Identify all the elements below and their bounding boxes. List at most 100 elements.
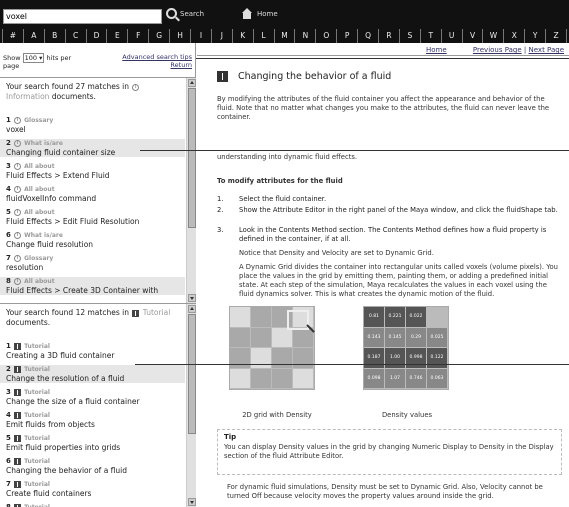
result-item[interactable]: 4 i All about fluidVoxelInfo command — [6, 185, 185, 203]
alphabet-link[interactable]: C — [64, 29, 86, 43]
result-title-link[interactable]: resolution — [6, 263, 185, 272]
alphabet-link[interactable]: Q — [357, 29, 378, 43]
alphabet-link[interactable]: N — [294, 29, 315, 43]
alphabet-link[interactable]: K — [231, 29, 253, 43]
result-item[interactable]: 2 Tutorial Change the resolution of a flu… — [0, 365, 185, 383]
result-item[interactable]: 3 i All about Fluid Effects > Extend Fluid — [6, 162, 185, 180]
result-title-link[interactable]: Creating a 3D fluid container — [6, 351, 185, 360]
next-page-link[interactable]: Next Page — [529, 46, 564, 54]
advanced-search-tips-link[interactable]: Advanced search tips — [122, 53, 192, 61]
scroll-down-arrow-icon[interactable] — [188, 498, 196, 506]
search-input[interactable] — [3, 9, 162, 24]
result-category: All about — [24, 186, 55, 193]
result-item[interactable]: 6 i What is/are Change fluid resolution — [6, 231, 185, 249]
alphabet-link[interactable]: U — [440, 29, 462, 43]
home-button[interactable]: Home — [240, 8, 278, 19]
tip-box: Tip You can display Density values in th… — [217, 429, 562, 475]
callout-line — [196, 58, 569, 59]
result-title-link[interactable]: Change the resolution of a fluid — [6, 374, 185, 383]
alphabet-link[interactable]: # — [2, 29, 23, 43]
scroll-up-arrow-icon[interactable] — [188, 305, 196, 313]
result-title-link[interactable]: Emit fluid properties into grids — [6, 443, 185, 452]
grid-cell — [427, 307, 448, 328]
result-number: 5 — [6, 434, 11, 442]
alphabet-link[interactable]: E — [106, 29, 127, 43]
result-number: 4 — [6, 411, 11, 419]
result-number: 1 — [6, 342, 11, 350]
alphabet-link[interactable]: R — [378, 29, 399, 43]
per-page-select[interactable]: 100 ▾ — [22, 53, 45, 63]
result-title-link[interactable]: Fluid Effects > Edit Fluid Resolution — [6, 217, 185, 226]
alphabet-link[interactable]: L — [252, 29, 274, 43]
result-item[interactable]: 5 i All about Fluid Effects > Edit Fluid R… — [6, 208, 185, 226]
alphabet-link[interactable]: J — [210, 29, 232, 43]
grid-cell: 1.00 — [385, 348, 406, 369]
result-item[interactable]: 7 i Glossary resolution — [6, 254, 185, 272]
nav-home-link[interactable]: Home — [426, 46, 447, 54]
nav-separator: | — [523, 46, 527, 54]
tutorial-icon — [14, 388, 22, 396]
grid-cell: 0.063 — [427, 368, 448, 389]
result-item[interactable]: 8 i All about Fluid Effects > Create 3D Co… — [0, 277, 185, 295]
scroll-thumb[interactable] — [188, 314, 196, 434]
alphabet-link[interactable]: O — [315, 29, 336, 43]
result-title-link[interactable]: Fluid Effects > Extend Fluid — [6, 171, 185, 180]
information-results-box: Your search found 27 matches in i Inform… — [0, 77, 196, 303]
result-item[interactable]: 1 i Glossary voxel — [6, 116, 185, 134]
scroll-thumb[interactable] — [188, 88, 196, 228]
alphabet-link[interactable]: T — [419, 29, 441, 43]
alphabet-link[interactable]: F — [127, 29, 148, 43]
previous-page-link[interactable]: Previous Page — [473, 46, 522, 54]
result-number: 3 — [6, 162, 11, 170]
alphabet-link[interactable]: Z — [545, 29, 568, 43]
grid-cell: 0.022 — [406, 307, 427, 328]
intro-paragraph: By modifying the attributes of the fluid… — [217, 95, 550, 121]
alphabet-link[interactable]: M — [273, 29, 295, 43]
alphabet-link[interactable]: Y — [524, 29, 545, 43]
result-item[interactable]: 6 Tutorial Changing the behavior of a flu… — [6, 457, 185, 475]
search-button[interactable]: Search — [166, 8, 204, 19]
result-title-link[interactable]: fluidVoxelInfo command — [6, 194, 185, 203]
alphabet-link[interactable]: B — [43, 29, 65, 43]
tutorial-results-scrollbar[interactable] — [186, 304, 196, 507]
result-title-link[interactable]: Create fluid containers — [6, 489, 185, 498]
grid-cell: 0.746 — [406, 368, 427, 389]
alphabet-link[interactable]: H — [169, 29, 190, 43]
alphabet-link[interactable]: S — [398, 29, 420, 43]
result-item[interactable]: 2 i What is/are Changing fluid container s… — [0, 139, 185, 157]
result-title-link[interactable]: Change fluid resolution — [6, 240, 185, 249]
result-title-link[interactable]: Changing the behavior of a fluid — [6, 466, 185, 475]
document-pane: Home Previous Page | Next Page Changing … — [197, 43, 569, 507]
result-category: Glossary — [24, 117, 54, 124]
result-title-link[interactable]: voxel — [6, 125, 185, 134]
result-title-link[interactable]: Change the size of a fluid container — [6, 397, 185, 406]
grid-cell — [251, 348, 272, 369]
result-item[interactable]: 8 TutorialPaint fluid properties into gr… — [6, 503, 185, 507]
alphabet-link[interactable]: W — [482, 29, 503, 43]
callout-line — [140, 150, 569, 151]
alphabet-link[interactable]: G — [148, 29, 169, 43]
scroll-up-arrow-icon[interactable] — [188, 79, 196, 87]
alphabet-link[interactable]: I — [190, 29, 211, 43]
alphabet-link[interactable]: V — [461, 29, 483, 43]
result-number: 8 — [6, 277, 11, 285]
result-title-link[interactable]: Fluid Effects > Create 3D Container with — [6, 286, 185, 295]
scroll-down-arrow-icon[interactable] — [188, 294, 196, 302]
alphabet-link[interactable]: D — [85, 29, 107, 43]
result-item[interactable]: 4 Tutorial Emit fluids from objects — [6, 411, 185, 429]
result-item[interactable]: 1 Tutorial Creating a 3D fluid container — [6, 342, 185, 360]
alphabet-link[interactable]: A — [22, 29, 44, 43]
tutorial-icon — [14, 480, 22, 488]
info-icon: i — [14, 139, 22, 147]
alphabet-link[interactable]: X — [503, 29, 524, 43]
return-link[interactable]: Return — [170, 61, 192, 69]
result-item[interactable]: 5 Tutorial Emit fluid properties into gri… — [6, 434, 185, 452]
result-item[interactable]: 3 Tutorial Change the size of a fluid con… — [6, 388, 185, 406]
information-results-scrollbar[interactable] — [186, 78, 196, 303]
result-item[interactable]: 7 Tutorial Create fluid containers — [6, 480, 185, 498]
tutorial-icon — [14, 342, 22, 350]
result-title-link[interactable]: Emit fluids from objects — [6, 420, 185, 429]
grid-cell: 0.221 — [385, 307, 406, 328]
info-icon: i — [14, 162, 22, 170]
alphabet-link[interactable]: P — [336, 29, 357, 43]
